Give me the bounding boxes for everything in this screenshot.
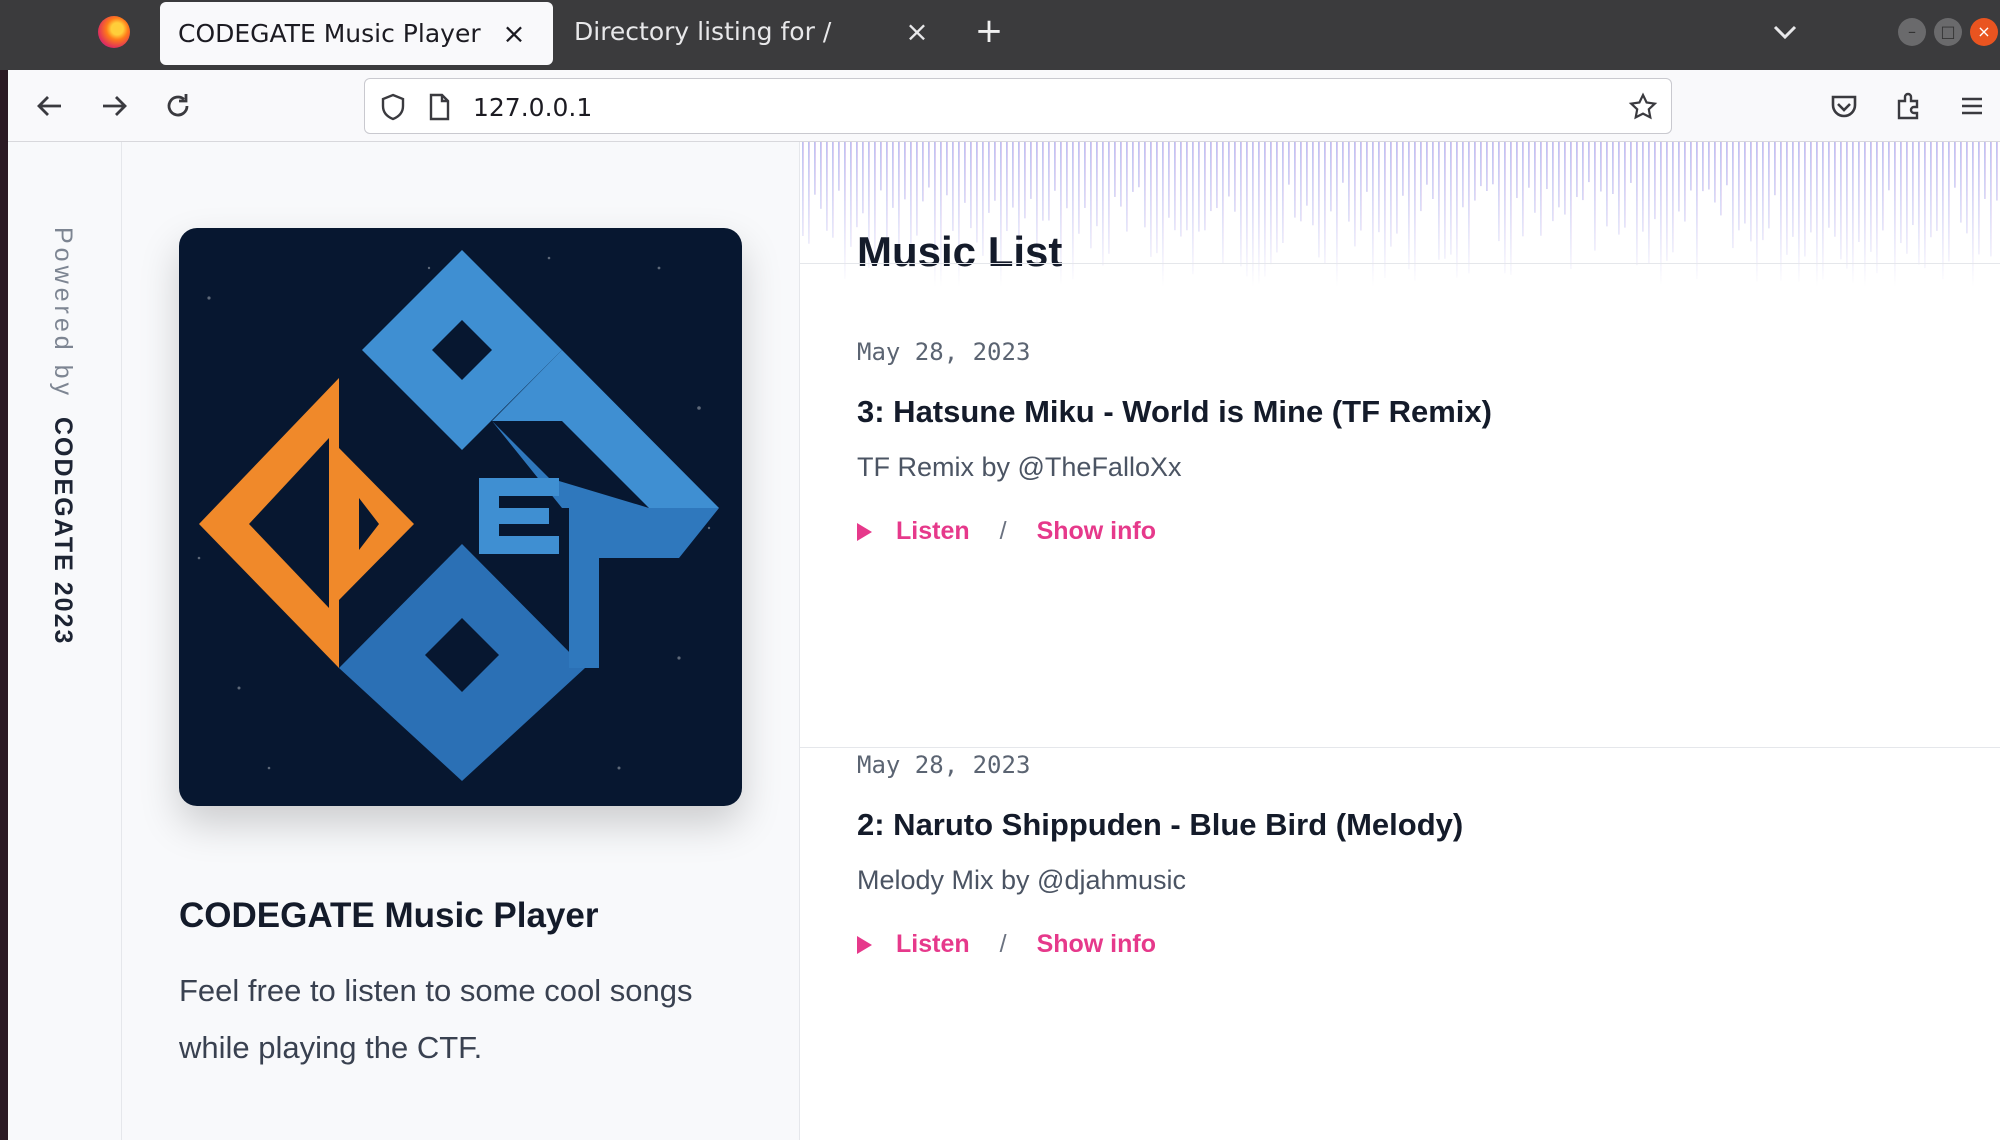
tab-title: Directory listing for / (574, 17, 832, 46)
play-icon[interactable] (857, 935, 872, 954)
maximize-button[interactable]: □ (1934, 18, 1962, 46)
track-date: May 28, 2023 (857, 751, 1031, 779)
track-title: 2: Naruto Shippuden - Blue Bird (Melody) (857, 807, 1464, 842)
codegate-logo (197, 250, 719, 781)
track-item: May 28, 2023 3: Hatsune Miku - World is … (857, 338, 1957, 546)
show-info-link[interactable]: Show info (1037, 517, 1156, 546)
pocket-icon[interactable] (1826, 88, 1862, 124)
tab-directory-listing[interactable]: Directory listing for / × (556, 0, 956, 63)
tab-title: CODEGATE Music Player (178, 19, 481, 48)
track-date: May 28, 2023 (857, 338, 1031, 366)
url-bar[interactable]: 127.0.0.1 (364, 78, 1672, 134)
divider (800, 747, 2000, 748)
music-list-section: Music List May 28, 2023 3: Hatsune Miku … (800, 142, 2000, 1140)
firefox-icon[interactable] (98, 16, 130, 48)
album-cover (179, 228, 742, 806)
back-icon[interactable] (32, 88, 68, 124)
divider (800, 263, 2000, 264)
listen-link[interactable]: Listen (896, 930, 970, 959)
close-icon[interactable]: × (902, 16, 932, 47)
player-panel: CODEGATE Music Player Feel free to liste… (122, 142, 800, 1140)
player-title: CODEGATE Music Player (179, 896, 599, 935)
track-actions: Listen / Show info (857, 930, 1957, 959)
play-icon[interactable] (857, 522, 872, 541)
menu-icon[interactable] (1954, 88, 1990, 124)
shield-icon[interactable] (375, 89, 411, 125)
show-info-link[interactable]: Show info (1037, 930, 1156, 959)
reload-icon[interactable] (160, 88, 196, 124)
music-list-title: Music List (857, 228, 1063, 275)
track-item: May 28, 2023 2: Naruto Shippuden - Blue … (857, 751, 1957, 959)
forward-icon[interactable] (96, 88, 132, 124)
url-text[interactable]: 127.0.0.1 (473, 93, 592, 122)
separator: / (999, 930, 1007, 958)
brand-label: CODEGATE 2023 (49, 417, 77, 646)
tab-codegate-music-player[interactable]: CODEGATE Music Player × (160, 2, 553, 65)
left-rail: Powered by CODEGATE 2023 (8, 142, 122, 1140)
track-actions: Listen / Show info (857, 517, 1957, 546)
navigation-toolbar: 127.0.0.1 (8, 70, 2000, 142)
web-page: Powered by CODEGATE 2023 CODEGATE Music … (8, 142, 2000, 1140)
bookmark-star-icon[interactable] (1625, 89, 1661, 125)
minimize-button[interactable]: – (1898, 18, 1926, 46)
new-tab-icon[interactable]: + (972, 14, 1006, 48)
tab-bar: CODEGATE Music Player × Directory listin… (0, 0, 2000, 70)
track-subtitle: TF Remix by @TheFalloXx (857, 452, 1182, 482)
listen-link[interactable]: Listen (896, 517, 970, 546)
extensions-icon[interactable] (1890, 88, 1926, 124)
page-icon (421, 89, 457, 125)
track-subtitle: Melody Mix by @djahmusic (857, 865, 1187, 895)
close-icon[interactable]: × (499, 18, 529, 49)
tab-overflow-icon[interactable] (1768, 18, 1802, 46)
powered-by-label: Powered by (49, 227, 77, 400)
track-title: 3: Hatsune Miku - World is Mine (TF Remi… (857, 394, 1492, 429)
player-description: Feel free to listen to some cool songs w… (179, 973, 693, 1065)
separator: / (999, 517, 1007, 545)
close-window-button[interactable]: × (1970, 18, 1998, 46)
